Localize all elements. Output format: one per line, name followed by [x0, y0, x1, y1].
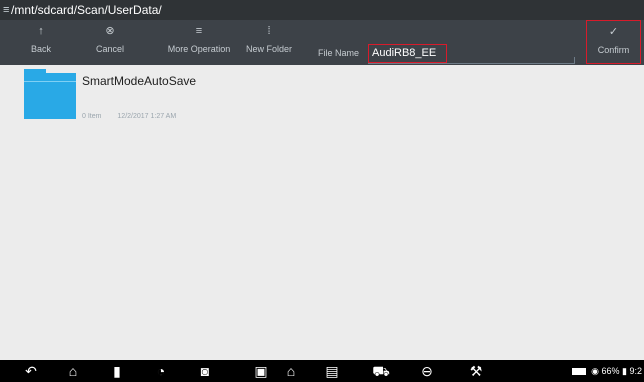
new-folder-label: New Folder	[245, 44, 292, 54]
diagnostic-home-icon[interactable]: ⌂	[280, 360, 302, 382]
folder-icon	[24, 69, 76, 119]
file-name: SmartModeAutoSave	[82, 74, 197, 88]
notification-icon	[571, 368, 586, 376]
modified-date: 12/2/2017 1:27 AM	[117, 113, 177, 120]
back-button[interactable]: ↑ Back	[22, 20, 60, 65]
car-icon[interactable]: ⊖	[416, 360, 438, 382]
cancel-button[interactable]: ⊗ Cancel	[88, 20, 132, 65]
more-operation-button[interactable]: ≡ More Operation	[162, 20, 236, 65]
camera-icon[interactable]: ◙	[194, 360, 216, 382]
vci-icon[interactable]: ▤	[321, 360, 343, 382]
clock: 9:2	[629, 366, 642, 376]
recent-apps-icon[interactable]: ▮	[106, 360, 128, 382]
folder-shine	[24, 81, 76, 82]
toolbar: ↑ Back ⊗ Cancel ≡ More Operation ⁞ New F…	[0, 20, 644, 65]
status-area: ◉ 66% ▮ 9:2	[571, 360, 642, 382]
file-name-underline-end	[574, 57, 575, 64]
current-path: /mnt/sdcard/Scan/UserData/	[11, 3, 162, 17]
file-list: SmartModeAutoSave 0 Item 12/2/2017 1:27 …	[0, 65, 644, 360]
list-item[interactable]: SmartModeAutoSave 0 Item 12/2/2017 1:27 …	[24, 69, 324, 125]
system-nav-bar: ↶ ⌂ ▮ ◔ ◙ ▣ ⌂ ▤ ⛟ ⊖ ⚒ ◉ 66% ▮ 9:2	[0, 360, 644, 382]
confirm-label: Confirm	[597, 45, 630, 55]
service-icon[interactable]: ⚒	[465, 360, 487, 382]
search-icon[interactable]: ◔	[150, 360, 172, 382]
back-nav-icon[interactable]: ↶	[20, 360, 42, 382]
battery-icon: ▮	[622, 366, 627, 376]
menu-icon[interactable]: ≡	[3, 0, 9, 20]
confirm-icon: ✓	[608, 26, 619, 38]
new-folder-icon: ⁞	[267, 25, 271, 37]
wifi-icon: ◉	[591, 366, 599, 376]
cancel-icon: ⊗	[105, 25, 115, 37]
more-operation-label: More Operation	[167, 44, 231, 54]
file-name-label: File Name	[318, 48, 360, 58]
confirm-button[interactable]: ✓ Confirm	[586, 20, 641, 64]
item-count: 0 Item	[82, 113, 102, 120]
screenshot-icon[interactable]: ▣	[250, 360, 272, 382]
back-arrow-icon: ↑	[38, 25, 44, 37]
vehicle-icon[interactable]: ⛟	[370, 360, 392, 382]
file-meta: 0 Item 12/2/2017 1:27 AM	[82, 113, 190, 120]
folder-tab	[24, 69, 46, 73]
home-icon[interactable]: ⌂	[62, 360, 84, 382]
more-operation-icon: ≡	[195, 25, 203, 37]
new-folder-button[interactable]: ⁞ New Folder	[240, 20, 298, 65]
path-bar: ≡ /mnt/sdcard/Scan/UserData/	[0, 0, 644, 20]
file-name-input[interactable]	[368, 44, 447, 63]
cancel-label: Cancel	[95, 44, 124, 54]
file-name-underline	[368, 63, 575, 64]
back-label: Back	[30, 44, 51, 54]
battery-level: 66%	[601, 366, 620, 376]
